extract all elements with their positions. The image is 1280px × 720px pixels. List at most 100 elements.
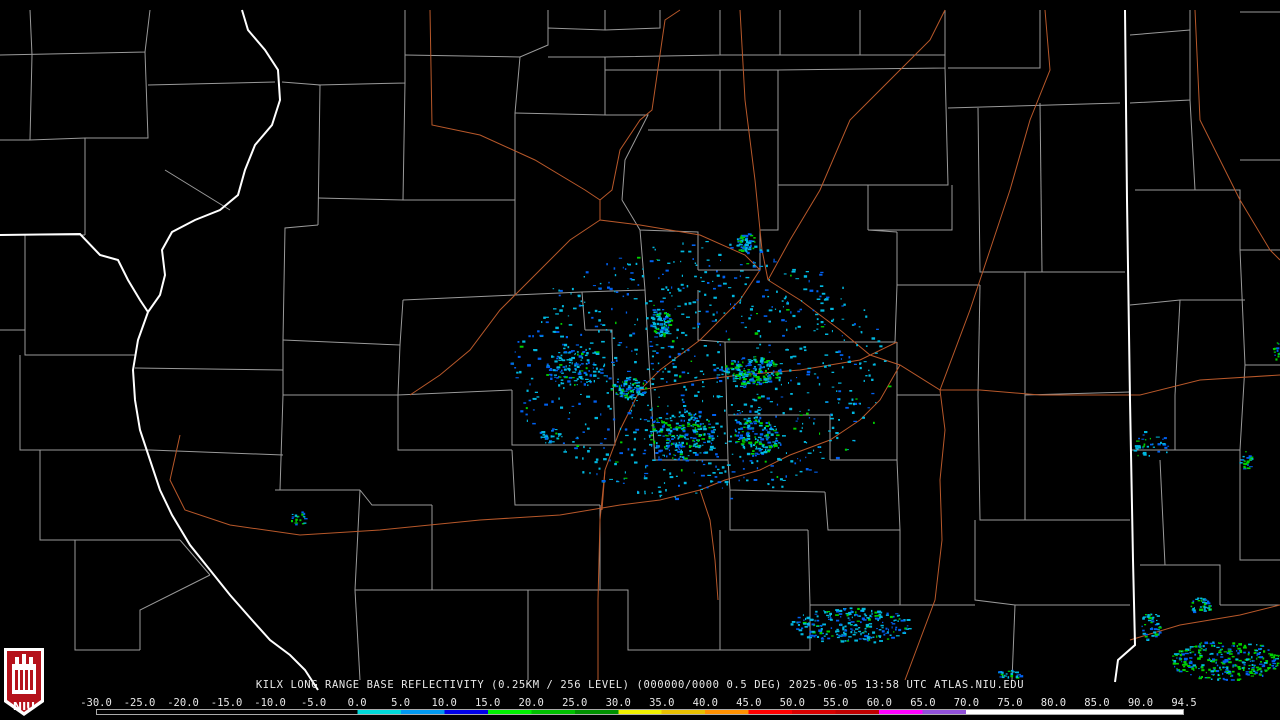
radar-echo: [1185, 670, 1189, 672]
radar-echo: [848, 402, 853, 405]
radar-echo: [742, 459, 744, 463]
radar-echo: [1191, 651, 1195, 653]
radar-echo: [568, 324, 573, 326]
radar-echo: [536, 396, 540, 398]
radar-echo: [1268, 653, 1271, 655]
radar-echo: [613, 384, 615, 386]
radar-echo: [1263, 650, 1266, 653]
radar-echo: [743, 368, 745, 370]
radar-echo: [678, 416, 681, 418]
radar-echo: [729, 243, 732, 246]
radar-echo: [541, 321, 543, 323]
radar-echo: [693, 419, 696, 421]
radar-echo: [620, 384, 623, 387]
radar-echo: [741, 249, 745, 252]
radar-echo: [625, 434, 629, 437]
radar-echo: [1153, 628, 1158, 631]
radar-echo: [1173, 660, 1177, 663]
radar-echo: [741, 234, 745, 237]
radar-echo: [633, 437, 636, 441]
radar-echo: [752, 381, 756, 383]
radar-echo: [526, 419, 528, 422]
radar-echo: [1141, 438, 1145, 440]
radar-echo: [695, 311, 697, 314]
radar-echo: [695, 445, 698, 448]
radar-echo: [717, 341, 719, 344]
radar-echo: [769, 376, 772, 379]
radar-echo: [767, 431, 770, 433]
radar-echo: [875, 617, 880, 620]
radar-echo: [1272, 662, 1276, 665]
radar-echo: [567, 418, 570, 420]
product-caption: KILX LONG RANGE BASE REFLECTIVITY (0.25K…: [255, 679, 1025, 691]
radar-echo: [797, 417, 799, 420]
radar-echo: [679, 453, 683, 456]
radar-echo: [752, 266, 757, 268]
radar-echo: [759, 343, 762, 346]
radar-echo: [723, 432, 726, 435]
radar-echo: [687, 455, 690, 457]
radar-echo: [708, 265, 711, 267]
radar-echo: [1208, 668, 1211, 671]
radar-echo: [716, 274, 720, 277]
radar-echo: [634, 361, 637, 364]
radar-echo: [743, 378, 747, 380]
colorbar-label: 50.0: [779, 697, 805, 709]
radar-echo: [754, 433, 758, 435]
radar-echo: [842, 286, 844, 289]
radar-echo: [692, 258, 694, 260]
radar-echo: [1005, 673, 1008, 675]
radar-echo: [592, 285, 596, 287]
radar-echo: [1197, 657, 1201, 660]
radar-echo: [681, 348, 684, 350]
radar-echo: [1197, 597, 1200, 599]
radar-echo: [1204, 641, 1208, 645]
radar-echo: [561, 435, 563, 438]
radar-echo: [856, 344, 858, 347]
radar-echo: [735, 385, 738, 388]
radar-echo: [651, 407, 653, 410]
radar-echo: [582, 457, 584, 460]
radar-echo: [683, 385, 686, 388]
radar-echo: [847, 360, 852, 363]
radar-echo: [816, 290, 819, 293]
radar-echo: [1202, 649, 1206, 651]
radar-echo: [603, 447, 605, 449]
radar-echo: [823, 610, 825, 612]
radar-echo: [838, 390, 842, 393]
radar-echo: [578, 356, 582, 358]
radar-echo: [545, 434, 547, 436]
radar-echo: [659, 494, 663, 496]
radar-echo: [1213, 668, 1216, 671]
radar-echo: [730, 362, 734, 365]
radar-echo: [1276, 347, 1280, 350]
radar-echo: [869, 636, 872, 639]
radar-echo: [1236, 645, 1238, 648]
radar-echo: [808, 417, 811, 419]
radar-echo: [747, 417, 751, 419]
radar-echo: [657, 405, 659, 407]
radar-echo: [660, 300, 664, 303]
radar-echo: [560, 379, 564, 381]
radar-echo: [878, 629, 880, 631]
radar-echo: [709, 445, 714, 449]
radar-echo: [765, 374, 768, 376]
colorbar-label: 45.0: [736, 697, 762, 709]
radar-echo: [1216, 664, 1219, 667]
radar-echo: [802, 422, 804, 425]
radar-echo: [619, 427, 622, 431]
radar-echo: [1248, 455, 1252, 458]
colorbar-label: 20.0: [518, 697, 544, 709]
radar-echo: [636, 353, 638, 355]
radar-echo: [761, 362, 764, 365]
radar-echo: [1146, 445, 1149, 448]
radar-echo: [1141, 625, 1143, 628]
radar-echo: [633, 448, 636, 451]
radar-echo: [777, 442, 781, 444]
radar-echo: [749, 361, 753, 363]
radar-echo: [797, 624, 800, 626]
radar-echo: [736, 413, 739, 415]
radar-echo: [579, 364, 581, 366]
radar-echo: [847, 622, 851, 625]
radar-echo: [652, 350, 657, 352]
